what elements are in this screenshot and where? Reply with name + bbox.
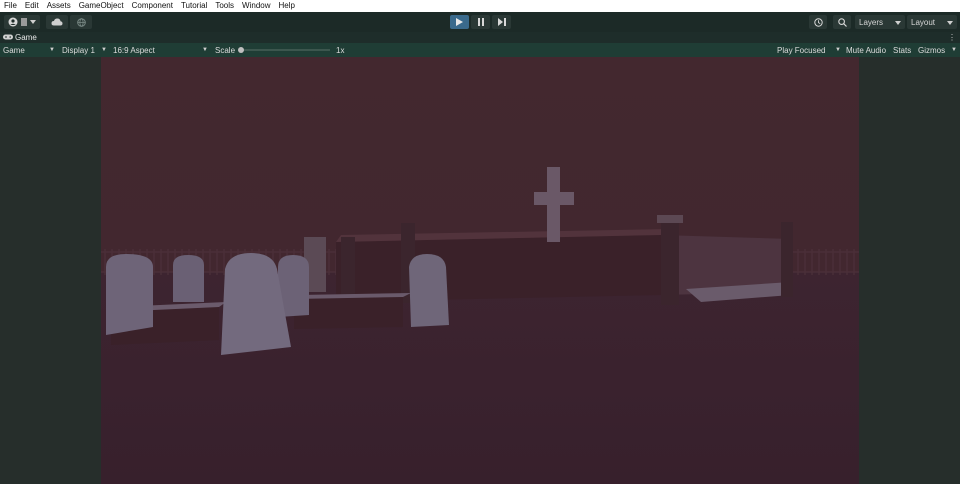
chevron-down-icon bbox=[947, 18, 953, 27]
graveyard-scene bbox=[101, 57, 859, 484]
right-toolbar: Layers Layout bbox=[809, 15, 957, 29]
play-focused-dropdown[interactable]: Play Focused ▼ bbox=[777, 43, 841, 57]
layout-label: Layout bbox=[911, 17, 936, 27]
history-button[interactable] bbox=[809, 15, 827, 29]
layers-dropdown[interactable]: Layers bbox=[855, 15, 905, 29]
pillar bbox=[341, 237, 355, 297]
chevron-down-icon bbox=[30, 20, 36, 24]
headstone bbox=[173, 255, 204, 302]
main-toolbar: Layers Layout bbox=[0, 12, 960, 32]
gizmos-label: Gizmos bbox=[918, 45, 946, 55]
play-icon bbox=[456, 18, 463, 26]
collab-button[interactable] bbox=[70, 15, 92, 29]
display-dropdown[interactable]: Display 1 ▼ bbox=[62, 43, 107, 57]
playmode-controls bbox=[450, 15, 513, 29]
scale-slider-thumb[interactable] bbox=[238, 47, 244, 53]
search-button[interactable] bbox=[833, 15, 851, 29]
pause-button[interactable] bbox=[471, 15, 490, 29]
chevron-down-icon: ▼ bbox=[49, 47, 55, 53]
gamepad-icon bbox=[3, 33, 13, 42]
scale-slider[interactable] bbox=[238, 43, 333, 57]
layout-dropdown[interactable]: Layout bbox=[907, 15, 957, 29]
pause-icon bbox=[477, 18, 484, 26]
menu-tutorial[interactable]: Tutorial bbox=[177, 0, 211, 12]
scale-slider-graphic[interactable] bbox=[238, 43, 333, 57]
menu-edit[interactable]: Edit bbox=[21, 0, 43, 12]
menu-tools[interactable]: Tools bbox=[211, 0, 238, 12]
account-group bbox=[4, 15, 94, 29]
display-label: Display 1 bbox=[62, 45, 95, 55]
game-view-toolbar: Game ▼ Display 1 ▼ 16:9 Aspect ▼ Scale 1… bbox=[0, 43, 960, 57]
menu-gameobject[interactable]: GameObject bbox=[75, 0, 128, 12]
layers-label: Layers bbox=[859, 17, 884, 27]
aspect-label: 16:9 Aspect bbox=[113, 45, 155, 55]
account-button[interactable] bbox=[4, 15, 40, 29]
tab-game[interactable]: Game bbox=[3, 32, 37, 43]
game-mode-label: Game bbox=[3, 45, 25, 55]
history-icon bbox=[813, 17, 823, 27]
step-button[interactable] bbox=[492, 15, 511, 29]
account-icon bbox=[8, 17, 18, 27]
menu-bar: File Edit Assets GameObject Component Tu… bbox=[0, 0, 960, 12]
mute-audio-toggle[interactable]: Mute Audio bbox=[846, 43, 886, 57]
step-icon bbox=[497, 18, 506, 26]
menu-assets[interactable]: Assets bbox=[43, 0, 75, 12]
scale-label: Scale bbox=[215, 45, 236, 55]
pillar-cap bbox=[657, 215, 683, 223]
gizmos-dropdown[interactable]: Gizmos ▼ bbox=[918, 43, 957, 57]
pillar bbox=[781, 222, 793, 297]
search-icon bbox=[837, 17, 847, 27]
tab-bar: Game ⋮ bbox=[0, 32, 960, 43]
chevron-down-icon: ▼ bbox=[101, 47, 107, 53]
chevron-down-icon: ▼ bbox=[202, 47, 208, 53]
cloud-button[interactable] bbox=[46, 15, 68, 29]
tab-game-label: Game bbox=[15, 33, 37, 42]
collab-icon bbox=[21, 18, 27, 26]
more-options-icon[interactable]: ⋮ bbox=[948, 32, 956, 43]
chevron-down-icon: ▼ bbox=[835, 47, 841, 53]
chevron-down-icon: ▼ bbox=[951, 47, 957, 53]
grave-slab bbox=[294, 297, 403, 329]
game-view-render[interactable] bbox=[101, 57, 859, 484]
menu-file[interactable]: File bbox=[0, 0, 21, 12]
globe-icon bbox=[76, 17, 86, 27]
menu-help[interactable]: Help bbox=[275, 0, 299, 12]
chevron-down-icon bbox=[895, 18, 901, 27]
play-button[interactable] bbox=[450, 15, 469, 29]
cloud-icon bbox=[51, 18, 63, 26]
pillar bbox=[661, 220, 679, 305]
play-focused-label: Play Focused bbox=[777, 45, 826, 55]
headstone bbox=[106, 254, 153, 335]
scale-value: 1x bbox=[336, 45, 345, 55]
aspect-dropdown[interactable]: 16:9 Aspect ▼ bbox=[113, 43, 208, 57]
headstone bbox=[409, 254, 449, 327]
stats-toggle[interactable]: Stats bbox=[893, 43, 911, 57]
menu-window[interactable]: Window bbox=[238, 0, 274, 12]
menu-component[interactable]: Component bbox=[128, 0, 177, 12]
game-mode-dropdown[interactable]: Game ▼ bbox=[3, 43, 55, 57]
tomb-wall bbox=[336, 235, 661, 302]
